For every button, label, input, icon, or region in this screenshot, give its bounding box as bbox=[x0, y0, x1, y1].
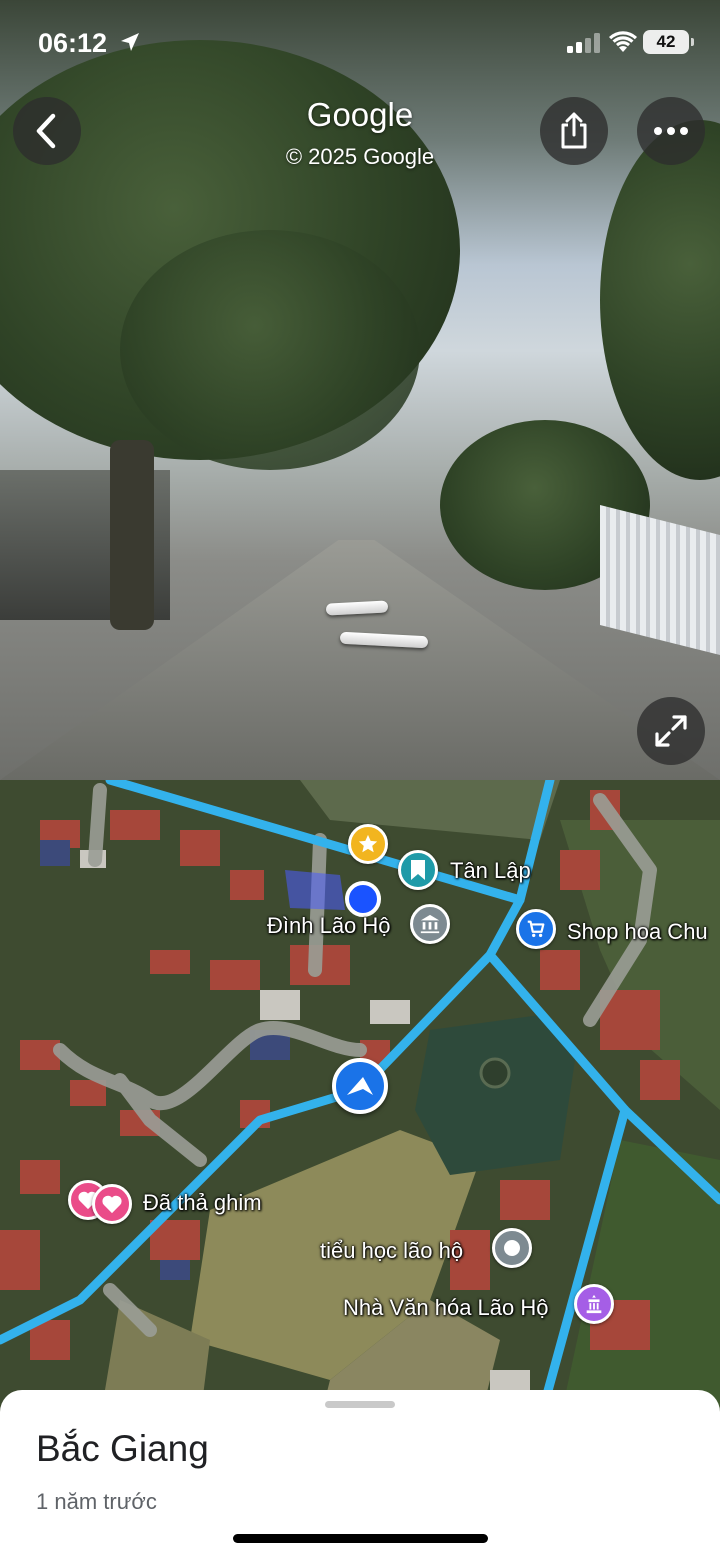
landmark-icon bbox=[586, 1294, 602, 1314]
expand-button[interactable] bbox=[637, 697, 705, 765]
fence bbox=[600, 505, 720, 655]
map-label-nha-van-hoa[interactable]: Nhà Văn hóa Lão Hộ bbox=[343, 1295, 549, 1321]
heart-icon bbox=[102, 1195, 122, 1214]
wifi-icon bbox=[609, 31, 637, 52]
place-title: Bắc Giang bbox=[36, 1428, 209, 1469]
cart-icon bbox=[527, 920, 545, 938]
star-icon bbox=[358, 834, 378, 853]
status-bar: 06:12 42 bbox=[0, 0, 720, 88]
map-label-tieu-hoc[interactable]: tiểu học lão hộ bbox=[320, 1238, 463, 1264]
shop-pin[interactable] bbox=[516, 909, 556, 949]
heart-pin[interactable] bbox=[92, 1184, 132, 1224]
culture-pin[interactable] bbox=[574, 1284, 614, 1324]
bottom-sheet[interactable]: Bắc Giang 1 năm trước bbox=[0, 1390, 720, 1558]
tree bbox=[120, 230, 420, 470]
expand-icon bbox=[655, 715, 687, 747]
saved-place-pin[interactable] bbox=[398, 850, 438, 890]
map-label-da-tha-ghim[interactable]: Đã thả ghim bbox=[143, 1190, 262, 1216]
tree bbox=[600, 120, 720, 480]
cellular-signal-icon bbox=[567, 33, 600, 53]
bookmark-icon bbox=[411, 860, 425, 880]
page-title: Google bbox=[306, 96, 414, 133]
capture-date: 1 năm trước bbox=[36, 1489, 157, 1514]
temple-pin[interactable] bbox=[410, 904, 450, 944]
more-options-button[interactable] bbox=[637, 97, 705, 165]
map-label-dinh-lao-ho[interactable]: Đình Lão Hộ bbox=[267, 913, 391, 939]
more-horizontal-icon bbox=[654, 127, 688, 135]
share-icon bbox=[561, 112, 587, 149]
place-dot-icon bbox=[504, 1240, 520, 1256]
satellite-map[interactable]: Tân Lập Đình Lão Hộ Shop hoa Chu Đã thả … bbox=[0, 780, 720, 1420]
star-pin[interactable] bbox=[348, 824, 388, 864]
share-button[interactable] bbox=[540, 97, 608, 165]
copyright-text: © 2025 Google bbox=[285, 144, 435, 169]
navigation-direction-icon bbox=[347, 1077, 373, 1095]
school-pin[interactable] bbox=[492, 1228, 532, 1268]
tree-trunk bbox=[110, 440, 154, 630]
user-location-dot bbox=[345, 881, 381, 917]
home-indicator[interactable] bbox=[233, 1534, 488, 1543]
museum-icon bbox=[420, 914, 440, 934]
location-arrow-icon bbox=[121, 33, 139, 51]
sheet-grabber[interactable] bbox=[325, 1401, 395, 1408]
battery-indicator: 42 bbox=[643, 30, 694, 54]
map-label-tan-lap[interactable]: Tân Lập bbox=[450, 858, 531, 884]
status-time: 06:12 bbox=[38, 28, 108, 58]
street-view-position-marker[interactable] bbox=[332, 1058, 388, 1114]
map-label-shop-hoa[interactable]: Shop hoa Chu bbox=[567, 919, 708, 945]
